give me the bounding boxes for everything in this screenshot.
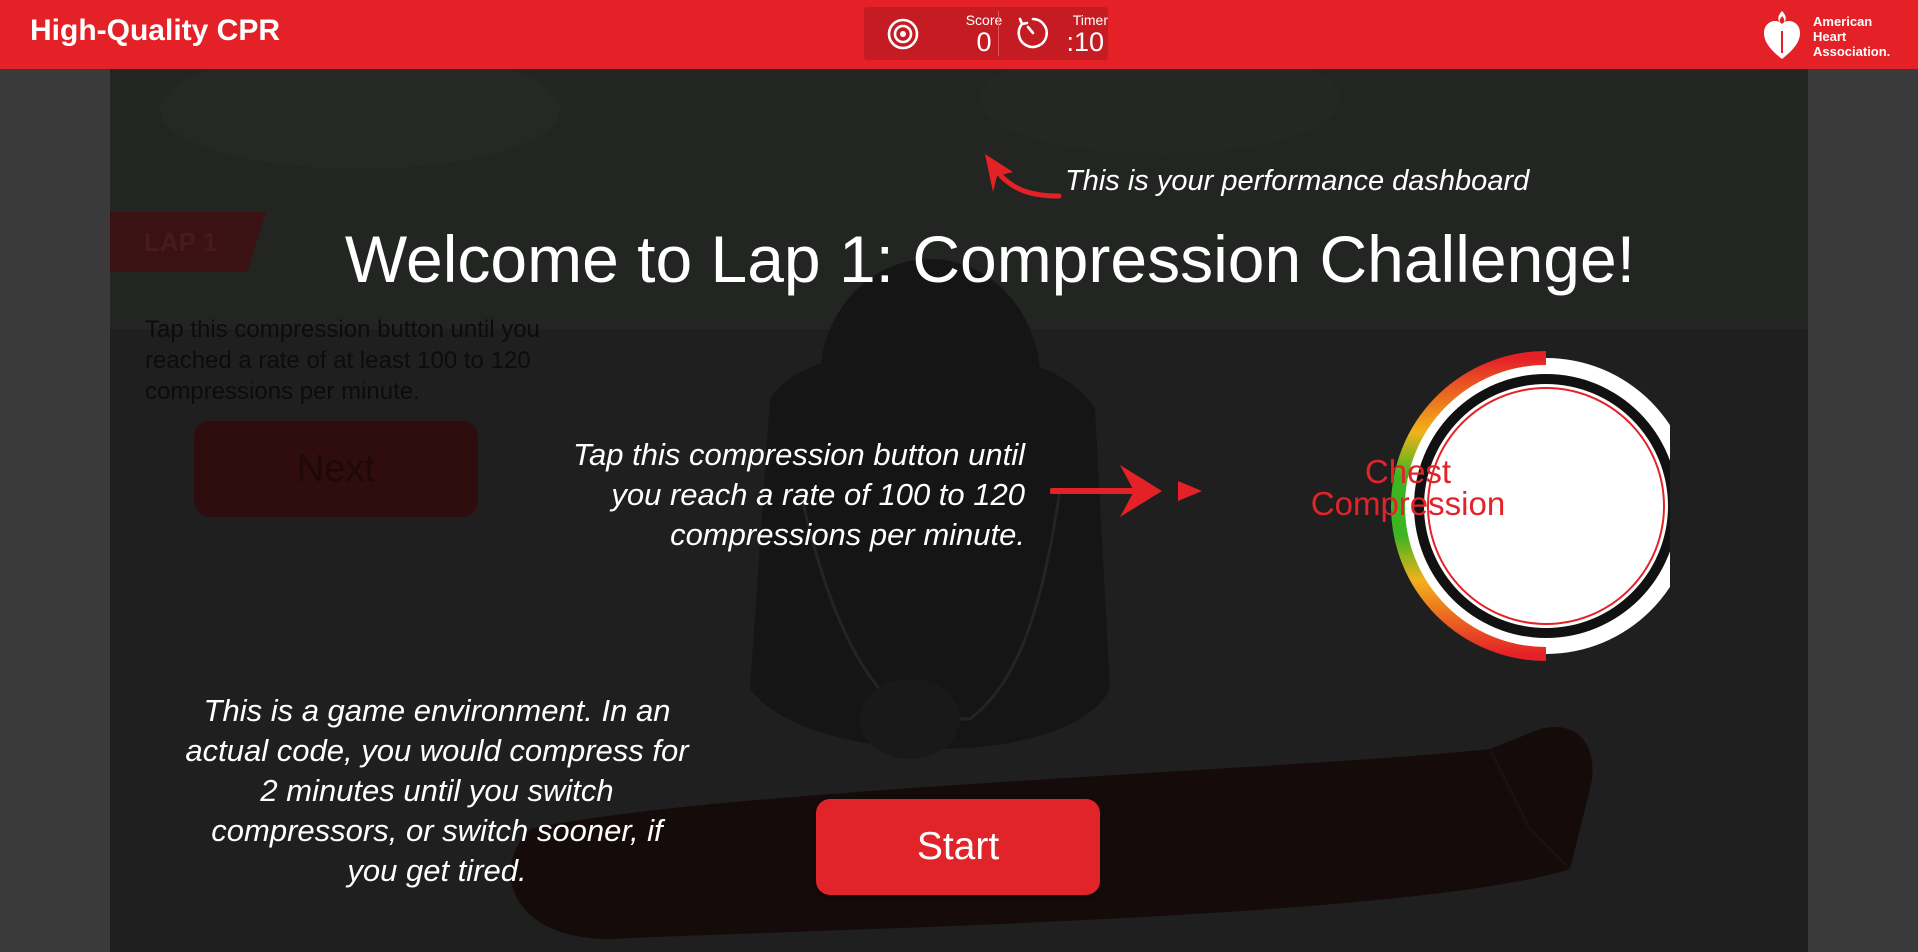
environment-note-line: 2 minutes until you switch xyxy=(260,773,614,808)
compression-hint-line: compressions per minute. xyxy=(670,517,1025,552)
start-button[interactable]: Start xyxy=(816,799,1100,895)
compression-hint: Tap this compression button until you re… xyxy=(490,435,1025,555)
welcome-title: Welcome to Lap 1: Compression Challenge! xyxy=(344,222,1636,296)
game-stage: LAP 1 Tap this compression button until … xyxy=(110,69,1808,952)
stopwatch-icon xyxy=(1017,17,1049,49)
aha-wordmark: American Heart Association. xyxy=(1813,14,1890,59)
performance-dashboard: Score 0 Timer :10 xyxy=(864,7,1108,60)
environment-note-line: you get tired. xyxy=(347,853,527,888)
timer-value: :10 xyxy=(1066,27,1104,57)
target-icon xyxy=(887,18,919,50)
timer-label: Timer xyxy=(1072,12,1108,28)
environment-note-line: This is a game environment. In an xyxy=(203,693,671,728)
lap-description: Tap this compression button until you re… xyxy=(145,316,540,405)
aha-wordmark-line: American xyxy=(1813,14,1873,29)
chest-compression-label-line: Compression xyxy=(1310,485,1506,522)
chest-compression-label: Chest Compression xyxy=(1288,453,1528,522)
aha-wordmark-line: Association. xyxy=(1813,44,1891,59)
compression-hint-line: you reach a rate of 100 to 120 xyxy=(611,477,1025,512)
aha-wordmark-line: Heart xyxy=(1813,29,1847,44)
dashboard-hint: This is your performance dashboard xyxy=(1065,165,1530,197)
chest-compression-label-line: Chest xyxy=(1364,453,1452,490)
environment-note-line: compressors, or switch sooner, if xyxy=(211,813,663,848)
app-title: High-Quality CPR xyxy=(30,14,281,47)
environment-note-line: actual code, you would compress for xyxy=(185,733,689,768)
heart-torch-logo xyxy=(1764,11,1800,59)
dashboard-divider xyxy=(998,11,999,56)
score-label: Score xyxy=(965,12,1003,28)
game-environment-note: This is a game environment. In an actual… xyxy=(137,691,737,891)
compression-hint-line: Tap this compression button until xyxy=(572,437,1025,472)
top-bar: High-Quality CPR Score 0 Timer :10 Ameri… xyxy=(0,0,1918,69)
score-value: 0 xyxy=(976,27,992,57)
compression-pointer-arrow xyxy=(1050,465,1202,517)
dashboard-pointer-arrow xyxy=(985,154,1062,199)
next-button: Next xyxy=(194,421,478,517)
